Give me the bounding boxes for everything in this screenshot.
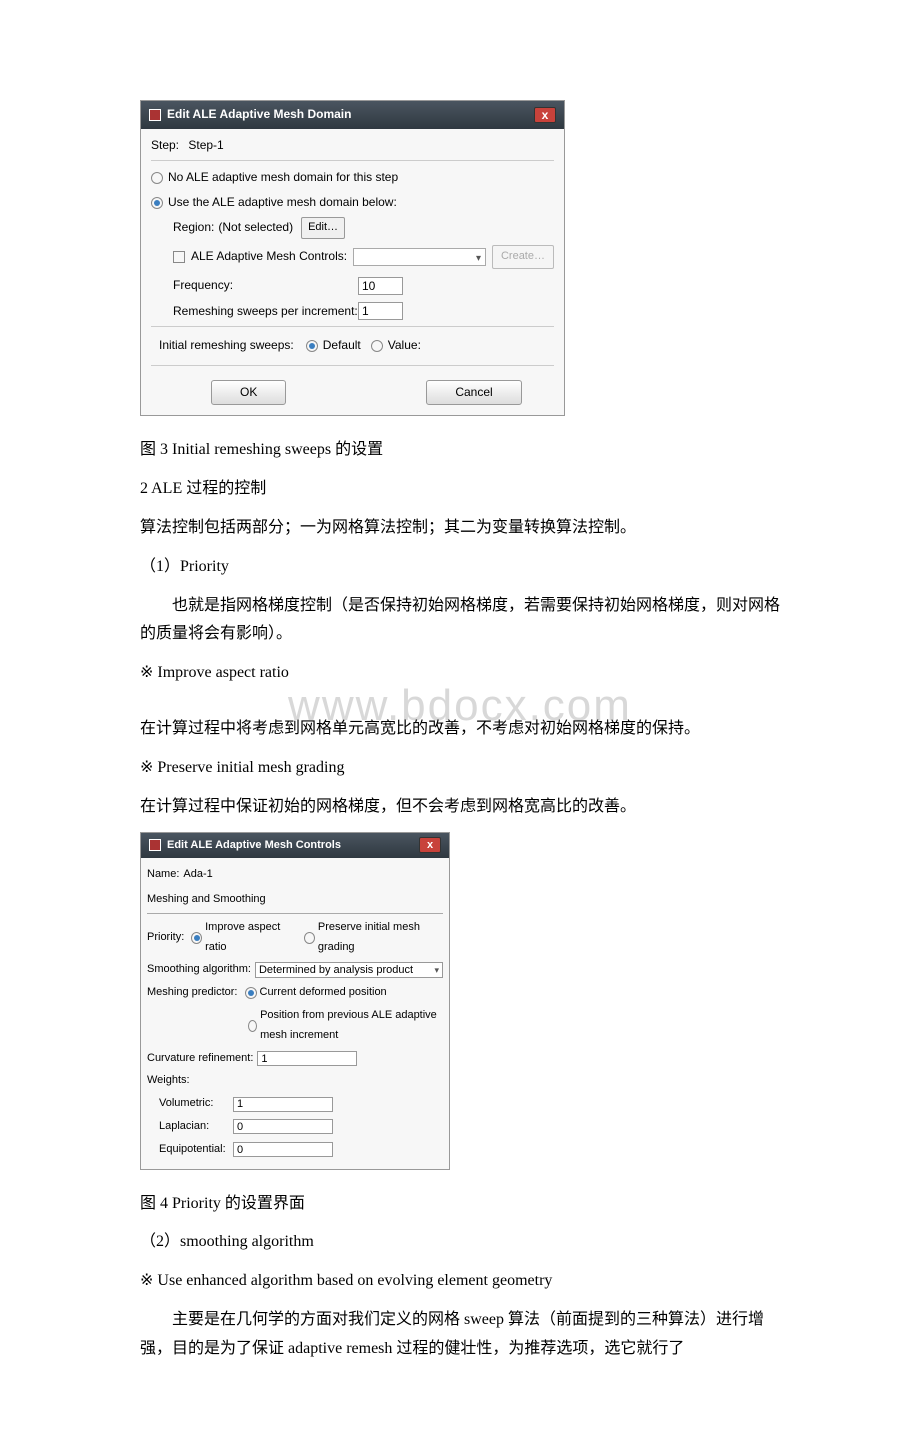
frequency-input[interactable] xyxy=(358,277,403,295)
weight-volumetric-input[interactable] xyxy=(233,1097,333,1112)
weights-label: Weights: xyxy=(147,1071,190,1091)
radio-improve-aspect[interactable] xyxy=(191,932,202,944)
init-value-label: Value: xyxy=(388,335,421,357)
region-value: (Not selected) xyxy=(218,217,293,239)
paragraph-priority-desc: 也就是指网格梯度控制（是否保持初始网格梯度，若需要保持初始网格梯度，则对网格的质… xyxy=(100,592,820,650)
smoothing-label: Smoothing algorithm: xyxy=(147,960,251,980)
step-row: Step: Step-1 xyxy=(151,135,554,162)
priority-opt2-label: Preserve initial mesh grading xyxy=(318,918,443,958)
paragraph-improve-desc: 在计算过程中将考虑到网格单元高宽比的改善，不考虑对初始网格梯度的保持。 xyxy=(140,715,820,744)
radio-prev-increment[interactable] xyxy=(248,1020,257,1032)
radio-init-value[interactable] xyxy=(371,340,383,352)
create-button: Create… xyxy=(492,245,554,269)
smoothing-combo[interactable]: Determined by analysis product xyxy=(255,962,443,978)
opt-use-domain-label: Use the ALE adaptive mesh domain below: xyxy=(168,192,397,214)
tab-meshing-smoothing[interactable]: Meshing and Smoothing xyxy=(147,888,443,914)
bullet-improve-aspect: ※ Improve aspect ratio xyxy=(140,659,820,688)
region-label: Region: xyxy=(173,217,214,239)
subsection-1-priority: （1）Priority xyxy=(140,553,820,582)
app-icon xyxy=(149,839,161,851)
controls-combo[interactable] xyxy=(353,248,486,266)
radio-use-domain[interactable] xyxy=(151,197,163,209)
bullet-preserve-grading: ※ Preserve initial mesh grading xyxy=(140,754,820,783)
meshpred-opt1-label: Current deformed position xyxy=(260,983,387,1003)
priority-opt1-label: Improve aspect ratio xyxy=(205,918,293,958)
radio-preserve-grading[interactable] xyxy=(304,932,315,944)
weight-laplacian-label: Laplacian: xyxy=(159,1117,229,1137)
meshpred-label: Meshing predictor: xyxy=(147,983,238,1003)
subsection-2-smoothing: （2）smoothing algorithm xyxy=(140,1228,820,1257)
title-bar-2: Edit ALE Adaptive Mesh Controls x xyxy=(141,833,449,859)
frequency-label: Frequency: xyxy=(173,275,358,297)
dialog2-title: Edit ALE Adaptive Mesh Controls xyxy=(167,836,419,856)
bullet-enhanced-algo: ※ Use enhanced algorithm based on evolvi… xyxy=(140,1267,820,1296)
ok-button[interactable]: OK xyxy=(211,380,286,406)
paragraph-preserve-desc: 在计算过程中保证初始的网格梯度，但不会考虑到网格宽高比的改善。 xyxy=(140,793,820,822)
app-icon xyxy=(149,109,161,121)
step-value: Step-1 xyxy=(188,138,223,152)
opt-no-domain-label: No ALE adaptive mesh domain for this ste… xyxy=(168,167,398,189)
init-sweeps-label: Initial remeshing sweeps: xyxy=(159,335,294,357)
step-label: Step: xyxy=(151,138,179,152)
close-icon[interactable]: x xyxy=(534,107,556,123)
edit-ale-mesh-domain-dialog: Edit ALE Adaptive Mesh Domain x Step: St… xyxy=(140,100,565,416)
edit-region-button[interactable]: Edit… xyxy=(301,217,345,239)
sweeps-label: Remeshing sweeps per increment: xyxy=(173,301,358,323)
curvature-input[interactable] xyxy=(257,1051,357,1066)
section-2-heading: 2 ALE 过程的控制 xyxy=(140,475,820,504)
radio-init-default[interactable] xyxy=(306,340,318,352)
title-bar: Edit ALE Adaptive Mesh Domain x xyxy=(141,101,564,129)
edit-ale-mesh-controls-dialog: Edit ALE Adaptive Mesh Controls x Name: … xyxy=(140,832,450,1170)
figure-3-caption: 图 3 Initial remeshing sweeps 的设置 xyxy=(140,436,820,465)
weight-equipotential-input[interactable] xyxy=(233,1142,333,1157)
weight-volumetric-label: Volumetric: xyxy=(159,1094,229,1114)
radio-current-deformed[interactable] xyxy=(245,987,257,999)
cancel-button[interactable]: Cancel xyxy=(426,380,521,406)
name-value: Ada-1 xyxy=(183,865,212,885)
weight-laplacian-input[interactable] xyxy=(233,1119,333,1134)
name-label: Name: xyxy=(147,865,179,885)
weight-equipotential-label: Equipotential: xyxy=(159,1140,229,1160)
paragraph-enhanced-desc: 主要是在几何学的方面对我们定义的网格 sweep 算法（前面提到的三种算法）进行… xyxy=(100,1306,820,1364)
init-default-label: Default xyxy=(323,335,361,357)
radio-no-domain[interactable] xyxy=(151,172,163,184)
sweeps-input[interactable] xyxy=(358,302,403,320)
paragraph-algo-intro: 算法控制包括两部分；一为网格算法控制；其二为变量转换算法控制。 xyxy=(140,514,820,543)
figure-4-caption: 图 4 Priority 的设置界面 xyxy=(140,1190,820,1219)
curvature-label: Curvature refinement: xyxy=(147,1049,253,1069)
controls-label: ALE Adaptive Mesh Controls: xyxy=(191,246,347,268)
close-icon[interactable]: x xyxy=(419,837,441,853)
meshpred-opt2-label: Position from previous ALE adaptive mesh… xyxy=(260,1006,443,1046)
priority-label: Priority: xyxy=(147,928,184,948)
dialog-title: Edit ALE Adaptive Mesh Domain xyxy=(167,104,534,126)
controls-checkbox[interactable] xyxy=(173,251,185,263)
